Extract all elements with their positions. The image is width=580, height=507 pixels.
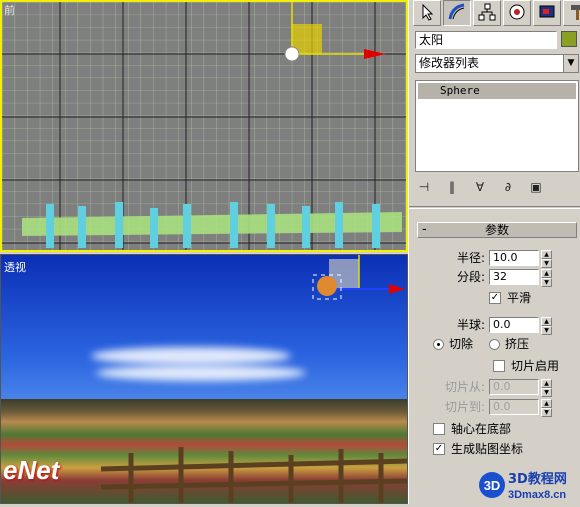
parameters-rollout-header[interactable]: - 参数 bbox=[417, 222, 577, 238]
dropdown-arrow-icon[interactable]: ▼ bbox=[563, 55, 578, 72]
squash-label: 挤压 bbox=[505, 337, 530, 351]
slice-to-label: 切片到: bbox=[445, 400, 486, 414]
remove-modifier-icon[interactable]: ∂ bbox=[499, 178, 517, 196]
tab-modify[interactable] bbox=[443, 0, 471, 26]
slice-to-input[interactable]: 0.0 bbox=[489, 399, 539, 415]
radius-input[interactable]: 10.0 bbox=[489, 250, 539, 266]
base-to-pivot-checkbox[interactable] bbox=[433, 423, 445, 435]
base-to-pivot-label: 轴心在底部 bbox=[451, 422, 512, 436]
tab-display[interactable] bbox=[533, 0, 561, 26]
display-icon bbox=[538, 3, 556, 24]
command-panel: 太阳 修改器列表 ▼ Sphere ⊣ ‖ ∀ ∂ ▣ - 参数 半径: 10.… bbox=[408, 0, 580, 504]
slice-from-label: 切片从: bbox=[445, 380, 486, 394]
hemisphere-input[interactable]: 0.0 bbox=[489, 317, 539, 333]
modify-arc-icon bbox=[448, 3, 466, 24]
object-color-swatch[interactable] bbox=[561, 31, 577, 47]
tab-hierarchy[interactable] bbox=[473, 0, 501, 26]
create-arrow-icon bbox=[418, 3, 436, 24]
tab-create[interactable] bbox=[413, 0, 441, 26]
radius-label: 半径: bbox=[457, 251, 486, 265]
modifier-list-label: 修改器列表 bbox=[419, 56, 480, 70]
utilities-hammer-icon bbox=[568, 3, 580, 24]
divider bbox=[409, 206, 580, 209]
front-viewport-grid bbox=[2, 2, 406, 250]
motion-icon bbox=[508, 3, 526, 24]
radius-spinner[interactable]: ▲ ▼ bbox=[541, 250, 552, 268]
tab-utilities[interactable] bbox=[563, 0, 580, 26]
pin-stack-icon[interactable]: ⊣ bbox=[415, 178, 433, 196]
make-unique-icon[interactable]: ∀ bbox=[471, 178, 489, 196]
modifier-list-dropdown[interactable]: 修改器列表 ▼ bbox=[415, 54, 579, 73]
hemisphere-spinner[interactable]: ▲ ▼ bbox=[541, 317, 552, 335]
segments-input[interactable]: 32 bbox=[489, 269, 539, 285]
smooth-label: 平滑 bbox=[507, 291, 532, 305]
slice-from-spinner[interactable]: ▲ ▼ bbox=[541, 379, 552, 397]
show-end-result-icon[interactable]: ‖ bbox=[443, 178, 461, 196]
front-viewport[interactable]: 前 bbox=[0, 0, 408, 252]
segments-spinner[interactable]: ▲ ▼ bbox=[541, 269, 552, 287]
slice-to-spinner[interactable]: ▲ ▼ bbox=[541, 399, 552, 417]
front-viewport-label[interactable]: 前 bbox=[4, 2, 15, 18]
tab-motion[interactable] bbox=[503, 0, 531, 26]
slice-on-label: 切片启用 bbox=[511, 359, 560, 373]
logo-line2: 3Dmax8.cn bbox=[508, 489, 566, 501]
command-tabs bbox=[413, 0, 580, 28]
perspective-viewport[interactable]: 透视 eNet bbox=[0, 254, 408, 504]
chop-label: 切除 bbox=[449, 337, 474, 351]
hemisphere-label: 半球: bbox=[457, 318, 486, 332]
chop-radio[interactable] bbox=[433, 339, 444, 350]
configure-modifier-sets-icon[interactable]: ▣ bbox=[527, 178, 545, 196]
stack-item-sphere[interactable]: Sphere bbox=[418, 83, 576, 99]
watermark-text: eNet bbox=[3, 455, 60, 485]
slice-on-checkbox[interactable] bbox=[493, 360, 505, 372]
logo-line1: 3D教程网 bbox=[508, 471, 567, 487]
segments-label: 分段: bbox=[457, 270, 486, 284]
object-name-input[interactable]: 太阳 bbox=[415, 31, 557, 49]
stack-toolbar: ⊣ ‖ ∀ ∂ ▣ bbox=[415, 177, 579, 197]
svg-text:3D: 3D bbox=[484, 478, 501, 493]
fence-image bbox=[100, 447, 407, 503]
site-logo: 3D 3D教程网 3Dmax8.cn bbox=[478, 466, 580, 504]
gen-mapping-label: 生成贴图坐标 bbox=[451, 442, 524, 456]
squash-radio[interactable] bbox=[489, 339, 500, 350]
modifier-stack[interactable]: Sphere bbox=[415, 80, 579, 172]
slice-from-input[interactable]: 0.0 bbox=[489, 379, 539, 395]
smooth-checkbox[interactable]: ✓ bbox=[489, 292, 501, 304]
parameters-title: 参数 bbox=[484, 223, 509, 237]
hierarchy-icon bbox=[478, 3, 496, 24]
gen-mapping-checkbox[interactable]: ✓ bbox=[433, 443, 445, 455]
